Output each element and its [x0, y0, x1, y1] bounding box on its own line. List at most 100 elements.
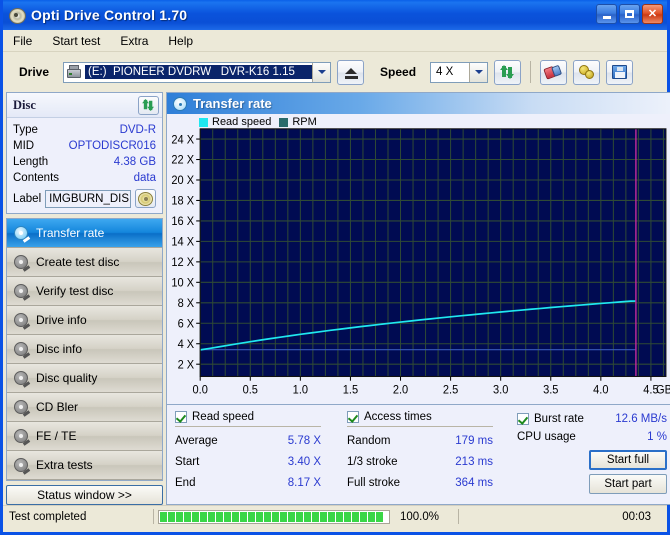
access-times-checkbox[interactable] — [347, 411, 359, 423]
disc-test-icon — [14, 225, 31, 243]
svg-text:2.5: 2.5 — [443, 384, 458, 396]
chevron-down-icon[interactable] — [312, 62, 331, 82]
sidebar-item-transfer-rate[interactable]: Transfer rate — [7, 219, 162, 248]
svg-text:24 X: 24 X — [171, 134, 194, 146]
stat-row-start: Start 3.40 X — [175, 452, 321, 473]
sidebar-item-fe-te[interactable]: FE / TE — [7, 422, 162, 451]
erase-button[interactable] — [540, 59, 568, 85]
svg-text:4.0: 4.0 — [593, 384, 608, 396]
app-disc-icon — [8, 6, 26, 24]
svg-text:8 X: 8 X — [178, 298, 195, 310]
read-speed-checkbox[interactable] — [175, 411, 187, 423]
start-part-button[interactable]: Start part — [589, 474, 667, 494]
disc-refresh-button[interactable] — [138, 95, 159, 115]
refresh-icon — [500, 65, 515, 79]
svg-text:6 X: 6 X — [178, 318, 195, 330]
progress-segment — [360, 511, 367, 522]
chevron-down-icon[interactable] — [469, 62, 488, 82]
status-window-button[interactable]: Status window >> — [6, 485, 163, 505]
sidebar-item-verify-test-disc[interactable]: Verify test disc — [7, 277, 162, 306]
progress-segment — [248, 511, 255, 522]
divider — [458, 509, 459, 524]
sidebar-item-extra-tests[interactable]: Extra tests — [7, 451, 162, 480]
eject-button[interactable] — [337, 59, 365, 85]
menu-extra[interactable]: Extra — [118, 33, 150, 49]
stat-value-average: 5.78 X — [287, 435, 321, 447]
refresh-button[interactable] — [494, 59, 522, 85]
toolbar: Drive (E:) PIONEER DVDRW DVR-K16 1.15 Sp… — [3, 52, 667, 92]
settings-button[interactable] — [573, 59, 601, 85]
refresh-icon — [142, 99, 155, 111]
drive-select[interactable]: (E:) PIONEER DVDRW DVR-K16 1.15 — [63, 61, 332, 83]
burst-rate-title: Burst rate — [534, 413, 584, 425]
sidebar-label: Disc quality — [36, 371, 98, 385]
menu-start-test[interactable]: Start test — [50, 33, 102, 49]
sidebar-item-create-test-disc[interactable]: Create test disc — [7, 248, 162, 277]
minimize-icon — [602, 15, 611, 19]
burst-rate-checkbox[interactable] — [517, 413, 529, 425]
eject-icon — [344, 68, 357, 74]
divider — [153, 509, 154, 524]
disc-label-button[interactable] — [135, 189, 156, 208]
toolbar-divider — [530, 61, 532, 83]
stat-row-random: Random 179 ms — [347, 431, 493, 452]
title-bar: Opti Drive Control 1.70 ✕ — [3, 0, 667, 30]
progress-segment — [256, 511, 263, 522]
disc-test-icon — [14, 399, 31, 417]
sidebar-label: FE / TE — [36, 429, 77, 443]
application-window: Opti Drive Control 1.70 ✕ File Start tes… — [0, 0, 670, 535]
progress-segment — [344, 511, 351, 522]
chart-area: Read speed RPM 2 X4 X6 X8 X 10 X 12 X 14 X1… — [167, 114, 670, 404]
disc-value-contents: data — [133, 172, 156, 184]
drive-icon — [66, 64, 83, 80]
progress-segment — [208, 511, 215, 522]
svg-text:22 X: 22 X — [171, 155, 194, 167]
access-times-column: Access times Random 179 ms 1/3 stroke 21… — [347, 411, 517, 504]
sidebar-item-disc-quality[interactable]: Disc quality — [7, 364, 162, 393]
disc-label-input[interactable]: IMGBURN_DIS — [45, 189, 132, 208]
status-bar: Test completed 100.0% 00:03 — [3, 505, 667, 527]
svg-text:18 X: 18 X — [171, 195, 194, 207]
progress-segment — [296, 511, 303, 522]
progress-segment — [336, 511, 343, 522]
gears-icon — [578, 64, 595, 80]
window-controls: ✕ — [596, 4, 663, 24]
svg-text:2.0: 2.0 — [393, 384, 408, 396]
svg-text:3.0: 3.0 — [493, 384, 508, 396]
progress-segment — [288, 511, 295, 522]
menu-file[interactable]: File — [11, 33, 34, 49]
cpu-usage-row: CPU usage 1 % — [517, 427, 667, 448]
close-button[interactable]: ✕ — [642, 4, 663, 24]
stat-value-full-stroke: 364 ms — [455, 477, 493, 489]
svg-text:0.0: 0.0 — [193, 384, 208, 396]
progress-segment — [264, 511, 271, 522]
maximize-button[interactable] — [619, 4, 640, 24]
disc-value-type: DVD-R — [119, 124, 156, 136]
sidebar-item-disc-info[interactable]: Disc info — [7, 335, 162, 364]
menu-help[interactable]: Help — [166, 33, 195, 49]
disc-row-type: Type DVD-R — [13, 122, 156, 138]
start-full-button[interactable]: Start full — [589, 450, 667, 470]
speed-select[interactable]: 4 X — [430, 61, 489, 83]
minimize-button[interactable] — [596, 4, 617, 24]
progress-segment — [240, 511, 247, 522]
progress-segment — [328, 511, 335, 522]
svg-text:1.5: 1.5 — [343, 384, 358, 396]
disc-icon — [138, 191, 154, 206]
svg-text:1.0: 1.0 — [293, 384, 308, 396]
sidebar-item-cd-bler[interactable]: CD Bler — [7, 393, 162, 422]
progress-segment — [224, 511, 231, 522]
stat-row-third-stroke: 1/3 stroke 213 ms — [347, 452, 493, 473]
speed-selected-value: 4 X — [436, 66, 454, 78]
stat-value-end: 8.17 X — [287, 477, 321, 489]
disc-test-icon — [14, 283, 31, 301]
disc-test-icon — [14, 457, 31, 475]
disc-key-length: Length — [13, 156, 49, 168]
burst-rate-row: Burst rate 12.6 MB/s — [517, 411, 667, 427]
svg-text:0.5: 0.5 — [243, 384, 258, 396]
sidebar-item-drive-info[interactable]: Drive info — [7, 306, 162, 335]
save-button[interactable] — [606, 59, 634, 85]
chart-plot: 2 X 4 X 6 X 8 X 10 X 12 X 14 X 16 X 18 X 20 X 22 X… — [167, 114, 670, 404]
main-content: Disc Type DVD-R MID OPTODISCR016 Length … — [3, 92, 670, 505]
disc-panel-title: Disc — [13, 97, 36, 112]
